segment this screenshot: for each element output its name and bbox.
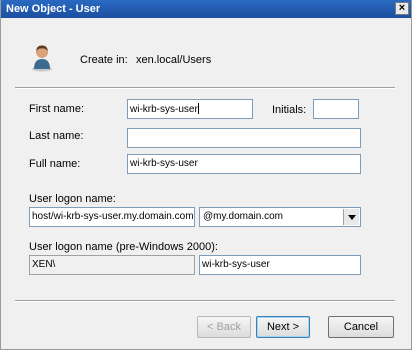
user-icon xyxy=(32,45,52,72)
chevron-down-icon xyxy=(347,214,356,220)
logon-name-label: User logon name: xyxy=(29,193,116,205)
full-name-label: Full name: xyxy=(29,158,81,170)
initials-label: Initials: xyxy=(272,104,307,116)
title-bar[interactable]: New Object - User × xyxy=(1,0,411,18)
full-name-input[interactable]: wi-krb-sys-user xyxy=(127,154,361,174)
window-title: New Object - User xyxy=(6,3,101,15)
create-in-path: xen.local/Users xyxy=(136,54,212,66)
pre2000-label: User logon name (pre-Windows 2000): xyxy=(29,241,218,253)
dropdown-arrow-button[interactable] xyxy=(343,209,359,225)
last-name-label: Last name: xyxy=(29,130,84,142)
new-user-dialog: New Object - User × Create in: xen.local… xyxy=(0,0,412,350)
close-button[interactable]: × xyxy=(395,2,409,15)
last-name-input[interactable] xyxy=(127,128,361,148)
next-button[interactable]: Next > xyxy=(256,316,310,338)
back-button[interactable]: < Back xyxy=(197,316,251,338)
pre2000-domain-field: XEN\ xyxy=(29,255,195,275)
separator-top xyxy=(15,87,395,89)
text-caret xyxy=(197,103,199,114)
first-name-input[interactable]: wi-krb-sys-user xyxy=(127,99,253,119)
logon-name-input[interactable]: host/wi-krb-sys-user.my.domain.com xyxy=(29,207,195,227)
separator-bottom xyxy=(15,300,395,302)
first-name-label: First name: xyxy=(29,103,85,115)
cancel-button[interactable]: Cancel xyxy=(328,316,394,338)
pre2000-username-input[interactable]: wi-krb-sys-user xyxy=(199,255,361,275)
initials-input[interactable] xyxy=(313,99,359,119)
create-in-label: Create in: xyxy=(80,54,128,66)
first-name-value: wi-krb-sys-user xyxy=(130,104,198,115)
domain-suffix-select[interactable]: @my.domain.com xyxy=(199,207,361,227)
close-icon: × xyxy=(398,2,406,14)
domain-suffix-value: @my.domain.com xyxy=(203,211,283,222)
